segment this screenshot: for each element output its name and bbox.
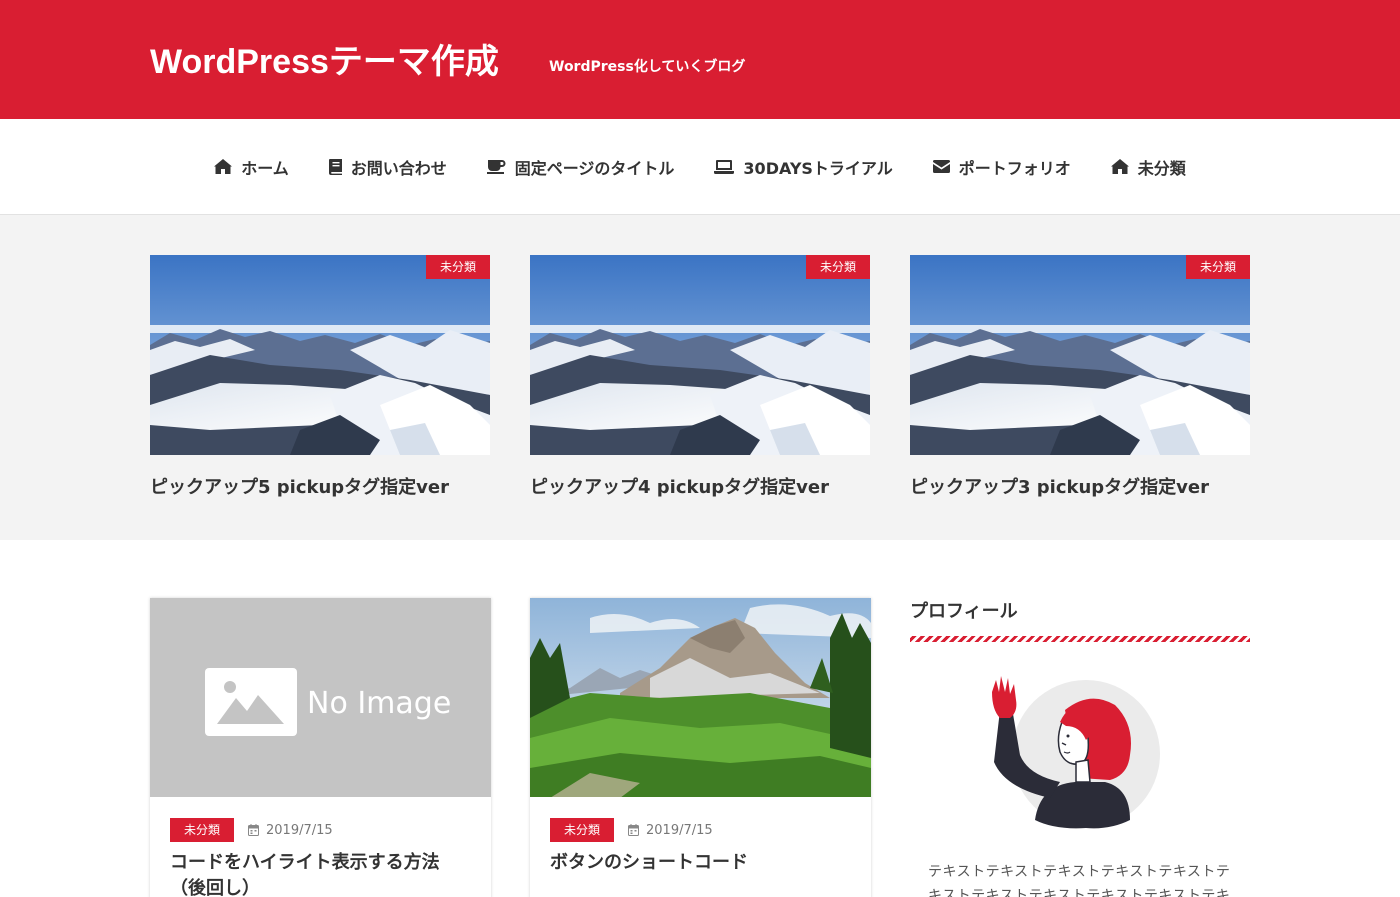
- widget-title: プロフィール: [910, 601, 1018, 622]
- home-icon: [214, 159, 233, 174]
- category-badge[interactable]: 未分類: [1185, 255, 1250, 279]
- snow-mountain-image: [530, 255, 870, 455]
- nav-list: ホーム お問い合わせ 固定ページのタイトル 30DAYSトライアル ポートフォリ…: [0, 119, 1400, 214]
- site-description: WordPress化していくブログ: [549, 59, 746, 75]
- pickup-title[interactable]: ピックアップ5 pickupタグ指定ver: [150, 475, 490, 501]
- snow-mountain-image: [910, 255, 1250, 455]
- pickup-title[interactable]: ピックアップ4 pickupタグ指定ver: [530, 475, 870, 501]
- nav-item-uncategorized[interactable]: 未分類: [1091, 147, 1206, 187]
- post-date-text: 2019/7/15: [646, 822, 713, 838]
- nav-item-label: お問い合わせ: [350, 158, 447, 178]
- category-badge[interactable]: 未分類: [550, 818, 615, 842]
- post-date-text: 2019/7/15: [266, 822, 333, 838]
- category-badge[interactable]: 未分類: [170, 818, 235, 842]
- pickup-card[interactable]: 未分類 ピックアップ4 pickupタグ指定ver: [530, 255, 870, 501]
- pickup-thumbnail[interactable]: 未分類: [910, 255, 1250, 455]
- post-thumbnail[interactable]: No Image: [150, 598, 491, 797]
- laptop-icon: [714, 159, 735, 174]
- nav-item-label: 30DAYSトライアル: [743, 158, 893, 178]
- green-mountain-image: [530, 598, 871, 797]
- nav-item-label: ポートフォリオ: [958, 158, 1071, 178]
- post-title[interactable]: コードをハイライト表示する方法（後回し）: [170, 850, 470, 897]
- nav-item-label: 固定ページのタイトル: [514, 158, 675, 178]
- site-header: WordPressテーマ作成 WordPress化していくブログ: [0, 0, 1400, 119]
- category-badge[interactable]: 未分類: [425, 255, 490, 279]
- site-title[interactable]: WordPressテーマ作成: [150, 40, 499, 84]
- nav-item-30days[interactable]: 30DAYSトライアル: [694, 147, 912, 187]
- global-nav: ホーム お問い合わせ 固定ページのタイトル 30DAYSトライアル ポートフォリ…: [0, 119, 1400, 215]
- widget-title-underline: [910, 636, 1250, 642]
- nav-item-label: ホーム: [241, 158, 289, 178]
- nav-item-portfolio[interactable]: ポートフォリオ: [913, 147, 1091, 187]
- nav-item-contact[interactable]: お問い合わせ: [309, 147, 467, 187]
- profile-avatar: [992, 676, 1160, 829]
- post-meta: 未分類 2019/7/15: [550, 818, 713, 842]
- no-image-placeholder: No Image: [150, 598, 491, 797]
- calendar-icon: [628, 824, 640, 836]
- post-meta: 未分類 2019/7/15: [170, 818, 333, 842]
- calendar-icon: [248, 824, 260, 836]
- pickup-card[interactable]: 未分類 ピックアップ5 pickupタグ指定ver: [150, 255, 490, 501]
- post-thumbnail[interactable]: [530, 598, 871, 797]
- home-icon: [1110, 159, 1129, 174]
- category-badge[interactable]: 未分類: [805, 255, 870, 279]
- profile-text: テキストテキストテキストテキストテキストテキストテキストテキストテキストテキスト…: [928, 864, 1231, 897]
- nav-item-home[interactable]: ホーム: [194, 147, 309, 187]
- book-icon: [328, 158, 342, 175]
- envelope-icon: [932, 160, 950, 173]
- pickup-card[interactable]: 未分類 ピックアップ3 pickupタグ指定ver: [910, 255, 1250, 501]
- pickup-thumbnail[interactable]: 未分類: [150, 255, 490, 455]
- post-title[interactable]: ボタンのショートコード: [550, 850, 850, 876]
- nav-item-label: 未分類: [1137, 158, 1186, 178]
- nav-item-fixed-page[interactable]: 固定ページのタイトル: [467, 147, 695, 187]
- post-card[interactable]: 未分類 2019/7/15 ボタンのショートコード: [530, 598, 871, 897]
- post-date: 2019/7/15: [628, 823, 713, 838]
- post-card[interactable]: No Image 未分類 2019/7/15 コードをハイライト表示する方法（後…: [150, 598, 491, 897]
- pickup-section: 未分類 ピックアップ5 pickupタグ指定ver 未分類 ピックアップ4 pi…: [0, 215, 1400, 540]
- pickup-title[interactable]: ピックアップ3 pickupタグ指定ver: [910, 475, 1250, 501]
- pickup-thumbnail[interactable]: 未分類: [530, 255, 870, 455]
- no-image-label: No Image: [307, 686, 451, 721]
- snow-mountain-image: [150, 255, 490, 455]
- coffee-icon: [486, 160, 506, 174]
- post-date: 2019/7/15: [248, 823, 333, 838]
